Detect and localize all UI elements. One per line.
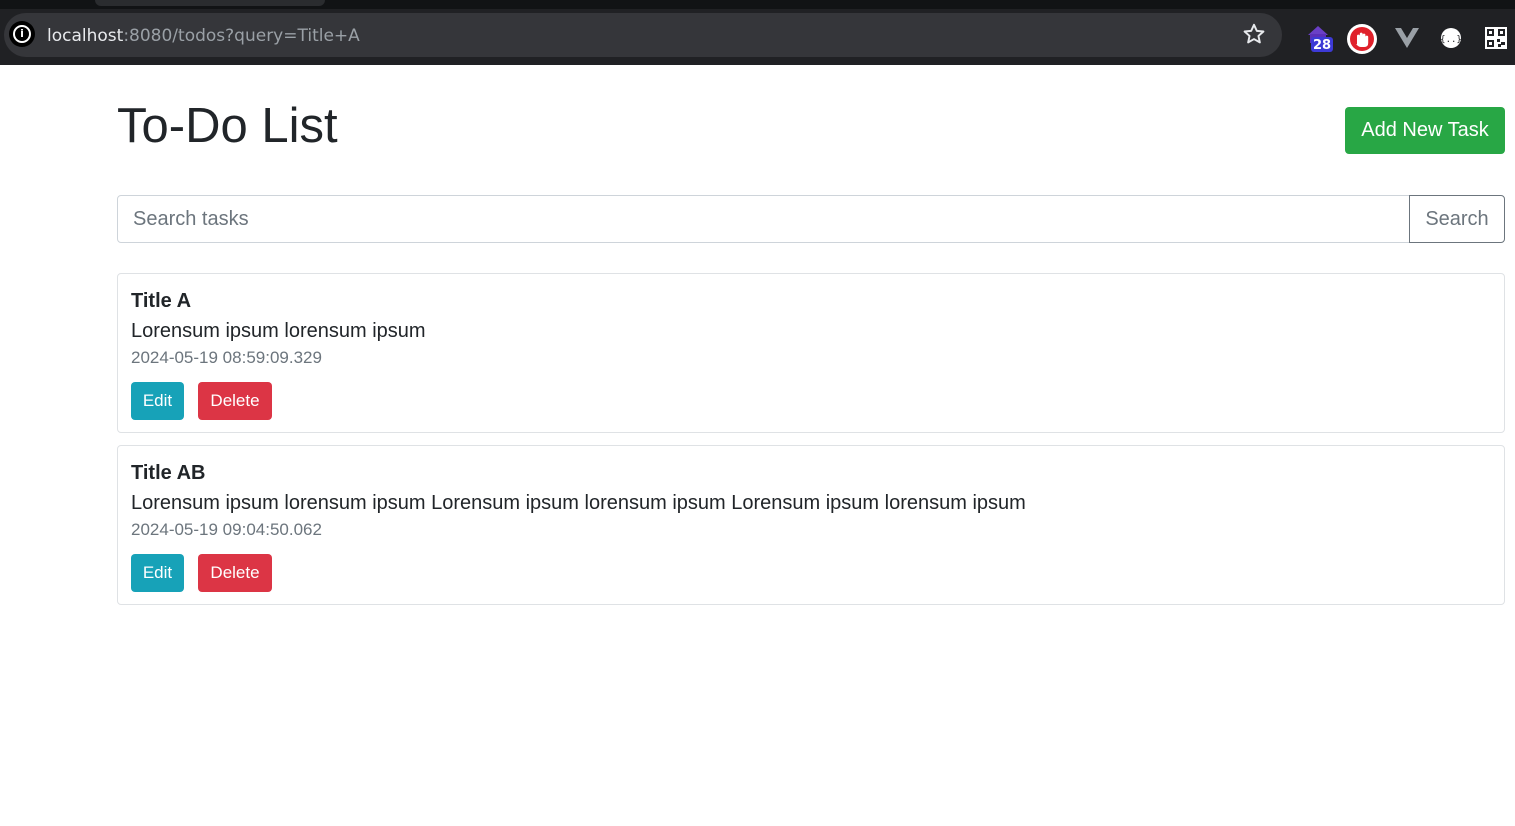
add-new-task-button[interactable]: Add New Task bbox=[1345, 107, 1505, 154]
task-card: Title A Lorensum ipsum lorensum ipsum 20… bbox=[117, 273, 1505, 433]
edit-button[interactable]: Edit bbox=[131, 554, 184, 592]
task-timestamp: 2024-05-19 08:59:09.329 bbox=[131, 348, 322, 367]
url-path: :8080/todos?query=Title+A bbox=[123, 26, 360, 46]
browser-toolbar: i localhost:8080/todos?query=Title+A 28 bbox=[0, 9, 1515, 65]
bookmark-star-icon[interactable] bbox=[1241, 21, 1267, 47]
search-input[interactable] bbox=[117, 195, 1411, 243]
page-title: To-Do List bbox=[117, 99, 338, 153]
purple-house-extension-icon[interactable]: 28 bbox=[1305, 23, 1335, 53]
task-title: Title AB bbox=[131, 462, 206, 484]
task-description: Lorensum ipsum lorensum ipsum Lorensum i… bbox=[131, 492, 1026, 514]
qr-code-icon[interactable] bbox=[1481, 23, 1511, 53]
json-viewer-icon[interactable]: {..} bbox=[1437, 23, 1467, 53]
delete-button[interactable]: Delete bbox=[198, 554, 272, 592]
url-host: localhost bbox=[47, 26, 124, 46]
search-button[interactable]: Search bbox=[1409, 195, 1505, 243]
address-bar[interactable]: i localhost:8080/todos?query=Title+A bbox=[4, 13, 1282, 57]
svg-text:{..}: {..} bbox=[1440, 35, 1462, 45]
edit-button[interactable]: Edit bbox=[131, 382, 184, 420]
red-hand-extension-icon[interactable] bbox=[1346, 23, 1377, 54]
task-title: Title A bbox=[131, 290, 192, 312]
delete-button[interactable]: Delete bbox=[198, 382, 272, 420]
browser-tab[interactable] bbox=[95, 0, 325, 6]
vue-devtools-icon[interactable] bbox=[1392, 23, 1422, 53]
site-info-icon[interactable]: i bbox=[9, 21, 35, 47]
address-url[interactable]: localhost:8080/todos?query=Title+A bbox=[47, 26, 360, 46]
task-description: Lorensum ipsum lorensum ipsum bbox=[131, 320, 426, 342]
task-timestamp: 2024-05-19 09:04:50.062 bbox=[131, 520, 322, 539]
task-card: Title AB Lorensum ipsum lorensum ipsum L… bbox=[117, 445, 1505, 605]
extension-badge: 28 bbox=[1313, 38, 1331, 53]
